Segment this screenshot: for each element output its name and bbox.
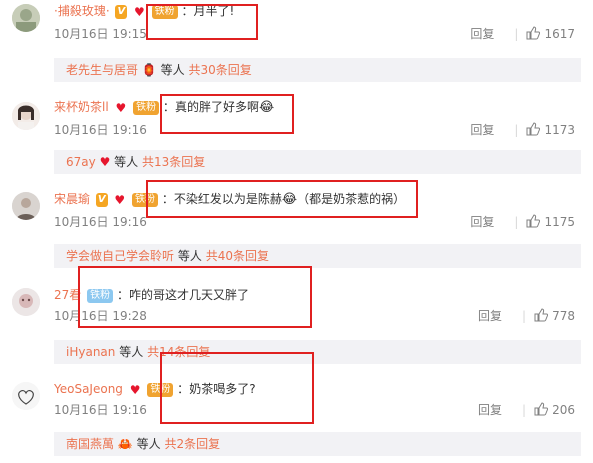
like-button[interactable]: 206 — [534, 402, 575, 417]
comment-actions: 回复 | 206 — [478, 402, 575, 418]
comment-text: ：真的胖了好多啊😂 — [162, 99, 275, 115]
divider: | — [514, 27, 519, 41]
like-count: 206 — [552, 403, 575, 417]
sub-reply-user[interactable]: 老先生与居哥 — [66, 63, 138, 77]
like-button[interactable]: 778 — [534, 308, 575, 323]
divider: | — [522, 403, 527, 417]
divider: | — [514, 215, 519, 229]
comment-date: 10月16日 19:16 — [54, 215, 147, 229]
laughing-emoji-icon: 😂 — [258, 99, 275, 115]
comment-actions: 回复 | 778 — [478, 308, 575, 324]
heart-badge-icon[interactable]: ♥ — [115, 101, 128, 115]
comment-header: 来杯奶茶ll ♥ 铁粉 ：真的胖了好多啊😂 — [54, 98, 274, 116]
crab-icon: 🦀 — [117, 437, 133, 451]
comment-actions: 回复 | 1617 — [470, 26, 575, 42]
divider: | — [522, 309, 527, 323]
avatar[interactable] — [12, 288, 40, 316]
comment-text: ：奶茶喝多了? — [177, 382, 256, 396]
reply-button[interactable]: 回复 — [470, 27, 494, 41]
username-link[interactable]: 宋晨瑜 — [54, 192, 90, 206]
comment-header: 27看 铁粉 ：咋的哥这才几天又胖了 — [54, 286, 249, 304]
avatar-image — [12, 382, 40, 410]
like-button[interactable]: 1175 — [526, 214, 575, 229]
avatar[interactable] — [12, 4, 40, 32]
sub-reply-bar: 南国燕萬 🦀 等人 共2条回复 — [54, 432, 581, 456]
comment-date: 10月16日 19:16 — [54, 123, 147, 137]
thumbs-up-icon — [534, 308, 549, 322]
view-replies-link[interactable]: 共30条回复 — [188, 63, 251, 77]
comment-text: ：月半了! — [181, 4, 235, 18]
view-replies-link[interactable]: 共40条回复 — [206, 249, 269, 263]
comment-text: ：不染红发以为是陈赫😂（都是奶茶惹的祸） — [161, 191, 406, 207]
verified-badge[interactable]: V — [95, 192, 108, 207]
comment-header: YeoSaJeong ♥ 铁粉 ：奶茶喝多了? — [54, 380, 256, 398]
avatar-image — [12, 288, 40, 316]
sub-reply-suffix: 等人 — [177, 249, 202, 263]
like-button[interactable]: 1617 — [526, 26, 575, 41]
sub-reply-user[interactable]: 67ay — [66, 155, 96, 169]
sub-reply-user[interactable]: 学会做自己学会聆听 — [66, 249, 174, 263]
thumbs-up-icon — [534, 402, 549, 416]
thumbs-up-icon — [526, 122, 541, 136]
comment-header: 宋晨瑜 V ♥ 铁粉 ：不染红发以为是陈赫😂（都是奶茶惹的祸） — [54, 190, 405, 208]
iron-fan-badge[interactable]: 铁粉 — [133, 100, 160, 115]
thumbs-up-icon — [526, 214, 541, 228]
reply-button[interactable]: 回复 — [470, 215, 494, 229]
view-replies-link[interactable]: 共2条回复 — [164, 437, 220, 451]
sub-reply-bar: 老先生与居哥 🏮 等人 共30条回复 — [54, 58, 581, 82]
avatar[interactable] — [12, 192, 40, 220]
reply-button[interactable]: 回复 — [478, 403, 502, 417]
divider: | — [514, 123, 519, 137]
like-count: 1617 — [544, 27, 575, 41]
sub-reply-bar: 学会做自己学会聆听 等人 共40条回复 — [54, 244, 581, 268]
sub-reply-user[interactable]: 南国燕萬 — [66, 437, 114, 451]
sub-reply-suffix: 等人 — [136, 437, 161, 451]
comment-date: 10月16日 19:28 — [54, 309, 147, 323]
iron-fan-badge[interactable]: 铁粉 — [151, 4, 178, 19]
username-link[interactable]: YeoSaJeong — [54, 382, 123, 396]
reply-button[interactable]: 回复 — [470, 123, 494, 137]
like-button[interactable]: 1173 — [526, 122, 575, 137]
sub-reply-suffix: 等人 — [160, 63, 185, 77]
sub-reply-suffix: 等人 — [114, 155, 139, 169]
heart-icon: ♥ — [99, 155, 111, 169]
avatar-image — [12, 102, 40, 130]
sub-reply-bar: iHyanan 等人 共14条回复 — [54, 340, 581, 364]
comment-date: 10月16日 19:16 — [54, 403, 147, 417]
verified-badge[interactable]: V — [115, 4, 128, 19]
iron-fan-badge[interactable]: 铁粉 — [132, 192, 159, 207]
sub-reply-bar: 67ay ♥ 等人 共13条回复 — [54, 150, 581, 174]
heart-badge-icon[interactable]: ♥ — [129, 383, 142, 397]
avatar[interactable] — [12, 102, 40, 130]
iron-fan-badge[interactable]: 铁粉 — [147, 382, 174, 397]
heart-badge-icon[interactable]: ♥ — [133, 5, 146, 19]
like-count: 1173 — [544, 123, 575, 137]
comment-text: ：咋的哥这才几天又胖了 — [116, 288, 249, 302]
heart-badge-icon[interactable]: ♥ — [113, 193, 126, 207]
lantern-icon: 🏮 — [141, 63, 157, 77]
laughing-emoji-icon: 😂 — [281, 191, 298, 207]
avatar-image — [12, 192, 40, 220]
username-link[interactable]: 27看 — [54, 288, 81, 302]
sub-reply-suffix: 等人 — [119, 345, 144, 359]
view-replies-link[interactable]: 共14条回复 — [147, 345, 210, 359]
comment-actions: 回复 | 1173 — [470, 122, 575, 138]
username-link[interactable]: 来杯奶茶ll — [54, 100, 109, 114]
sub-reply-user[interactable]: iHyanan — [66, 345, 115, 359]
comment-actions: 回复 | 1175 — [470, 214, 575, 230]
avatar-image — [12, 4, 40, 32]
like-count: 778 — [552, 309, 575, 323]
username-link[interactable]: ·捕殺玫瑰· — [54, 4, 110, 18]
comment-date: 10月16日 19:15 — [54, 27, 147, 41]
avatar[interactable] — [12, 382, 40, 410]
reply-button[interactable]: 回复 — [478, 309, 502, 323]
like-count: 1175 — [544, 215, 575, 229]
view-replies-link[interactable]: 共13条回复 — [142, 155, 205, 169]
comment-header: ·捕殺玫瑰· V ♥ 铁粉 ：月半了! — [54, 2, 234, 20]
iron-fan-badge[interactable]: 铁粉 — [87, 288, 114, 303]
thumbs-up-icon — [526, 26, 541, 40]
